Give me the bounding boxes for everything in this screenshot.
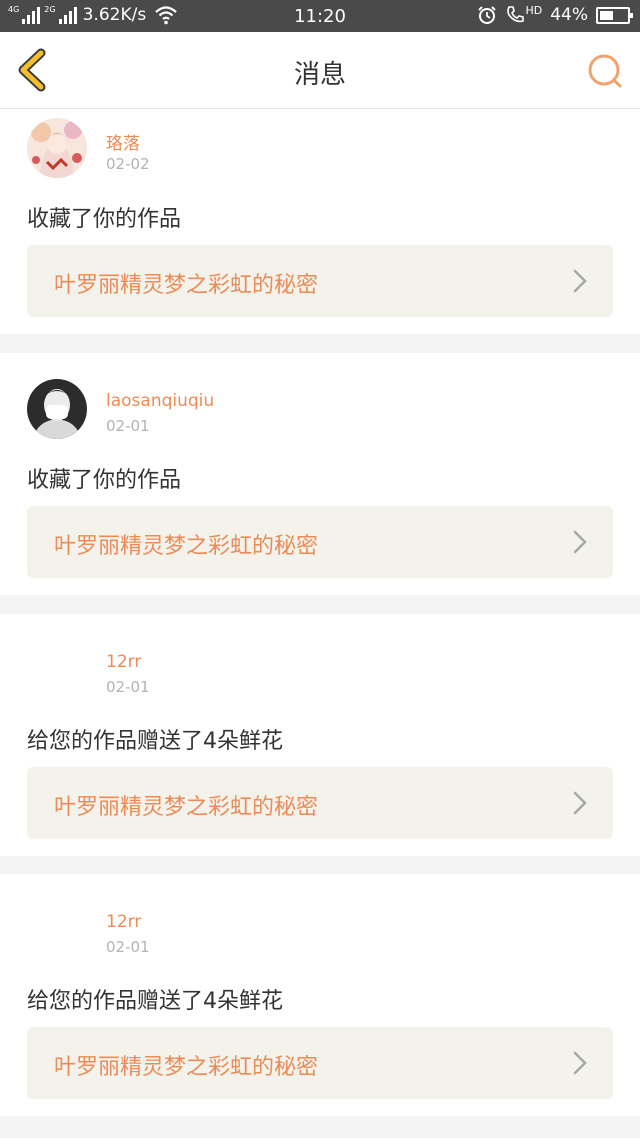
status-bar: 4G 2G 3.62K/s 11:20 HD 44%	[0, 0, 640, 32]
work-link[interactable]: 叶罗丽精灵梦之彩虹的秘密	[27, 1027, 613, 1099]
chevron-right-icon	[573, 791, 587, 815]
message-card: laosanqiuqiu 02-01 收藏了你的作品 叶罗丽精灵梦之彩虹的秘密	[0, 353, 640, 595]
message-card: 12rr 02-01 给您的作品赠送了4朵鲜花 叶罗丽精灵梦之彩虹的秘密	[0, 614, 640, 856]
message-date: 02-01	[106, 678, 150, 696]
page-title: 消息	[293, 60, 346, 90]
search-icon[interactable]	[586, 52, 626, 92]
username[interactable]: laosanqiuqiu	[106, 391, 214, 411]
message-date: 02-01	[106, 417, 150, 435]
alarm-icon	[478, 6, 497, 24]
chevron-right-icon	[573, 530, 587, 554]
user-avatar[interactable]	[27, 900, 87, 960]
anime-girl-avatar-image	[27, 118, 87, 178]
status-right: HD 44%	[477, 4, 633, 25]
battery-icon	[596, 6, 633, 24]
user-avatar[interactable]	[27, 640, 87, 700]
hd-label: HD	[525, 4, 543, 17]
message-card: 12rr 02-01 给您的作品赠送了4朵鲜花 叶罗丽精灵梦之彩虹的秘密	[0, 874, 640, 1116]
work-title: 叶罗丽精灵梦之彩虹的秘密	[54, 273, 319, 298]
username[interactable]: 12rr	[106, 912, 141, 932]
user-avatar[interactable]	[27, 379, 87, 439]
battery-percent: 44%	[550, 5, 588, 25]
work-link[interactable]: 叶罗丽精灵梦之彩虹的秘密	[27, 506, 613, 578]
work-link[interactable]: 叶罗丽精灵梦之彩虹的秘密	[27, 245, 613, 317]
masked-person-avatar-image	[27, 379, 87, 439]
work-link[interactable]: 叶罗丽精灵梦之彩虹的秘密	[27, 767, 613, 839]
chevron-right-icon	[573, 269, 587, 293]
action-text: 给您的作品赠送了4朵鲜花	[27, 729, 283, 754]
header: 消息	[0, 32, 640, 109]
chevron-right-icon	[573, 1051, 587, 1075]
work-title: 叶罗丽精灵梦之彩虹的秘密	[54, 795, 319, 820]
action-text: 收藏了你的作品	[27, 207, 182, 232]
call-icon	[507, 6, 525, 23]
user-avatar[interactable]	[27, 118, 87, 178]
username[interactable]: 12rr	[106, 652, 141, 672]
work-title: 叶罗丽精灵梦之彩虹的秘密	[54, 534, 319, 559]
message-date: 02-01	[106, 938, 150, 956]
action-text: 给您的作品赠送了4朵鲜花	[27, 989, 283, 1014]
message-card: 珞落 02-02 收藏了你的作品 叶罗丽精灵梦之彩虹的秘密	[0, 109, 640, 334]
action-text: 收藏了你的作品	[27, 468, 182, 493]
work-title: 叶罗丽精灵梦之彩虹的秘密	[54, 1055, 319, 1080]
message-date: 02-02	[106, 155, 150, 173]
username[interactable]: 珞落	[106, 129, 140, 154]
